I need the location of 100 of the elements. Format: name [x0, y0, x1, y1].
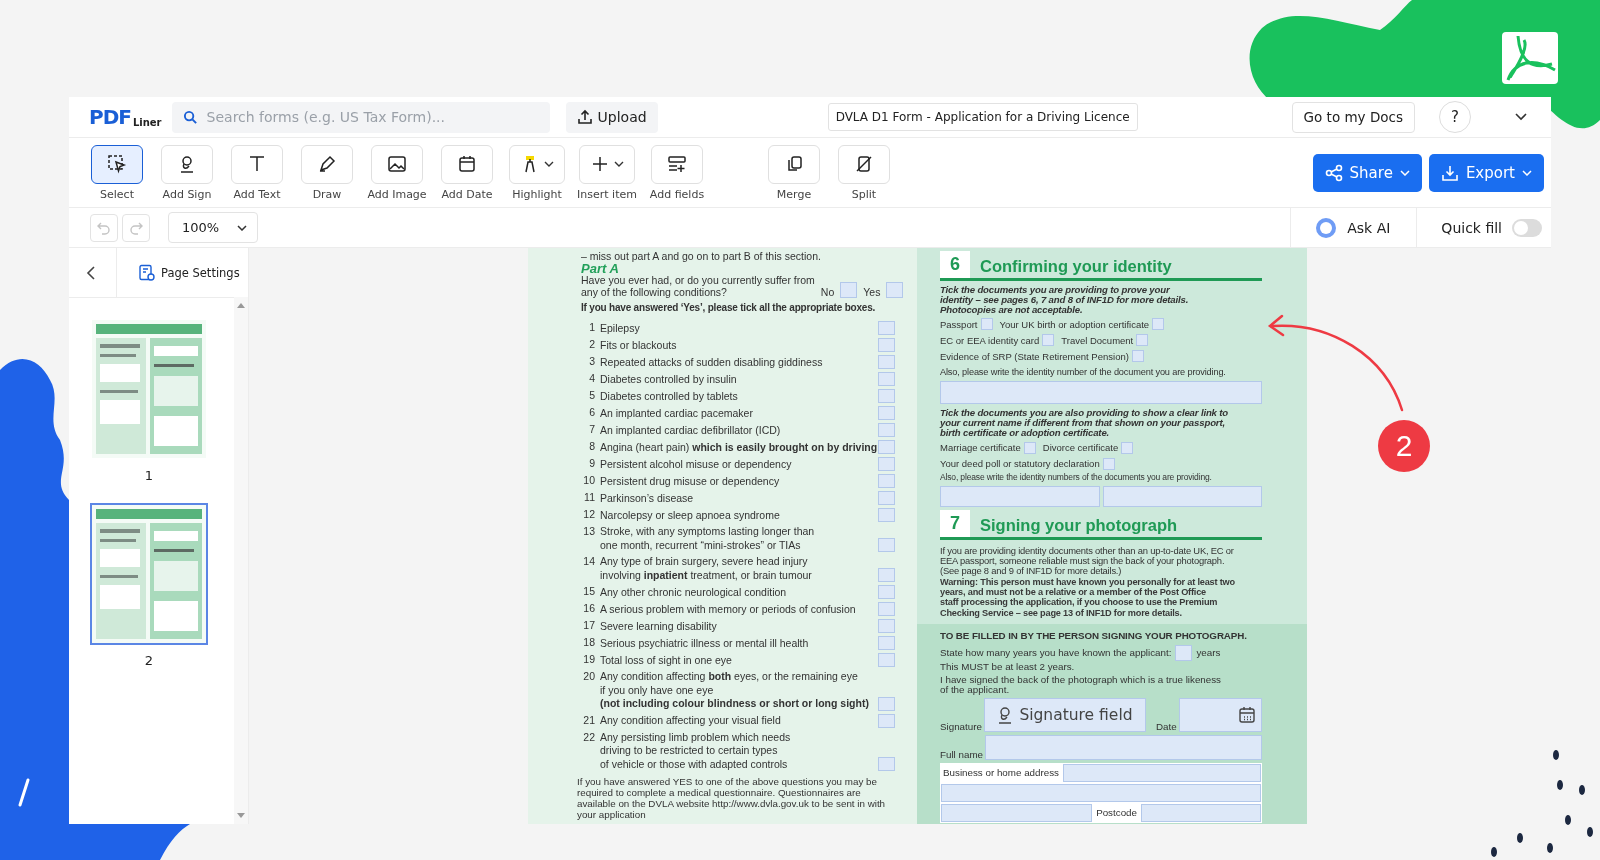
- form-instruction: Tick the documents you are providing to prove your identity – see pages 6, 7 and 8 of INF1D for more details. Photocopies are not acceptable.: [940, 285, 1190, 315]
- condition-number: 8: [588, 440, 595, 454]
- caret-icon: [544, 161, 554, 167]
- checkbox[interactable]: [878, 491, 895, 505]
- condition-number: 5: [588, 389, 595, 403]
- checkbox[interactable]: [878, 602, 895, 616]
- checkbox[interactable]: [878, 713, 895, 728]
- condition-text: Epilepsy: [600, 321, 641, 335]
- condition-number: 3: [588, 355, 595, 369]
- section-title: Signing your photograph: [980, 514, 1178, 536]
- checkbox[interactable]: [1131, 350, 1144, 363]
- checkbox[interactable]: [878, 389, 895, 403]
- form-paragraph: If you are providing identity documents other than an up-to-date UK, EC or EEA passport, someone reliable must sign the back of your photograph. (See page 8 and 9 of INF1D for more details.): [940, 545, 1235, 577]
- tool-label: Merge: [776, 187, 812, 201]
- checkbox[interactable]: [1121, 441, 1134, 454]
- checkbox[interactable]: [878, 538, 895, 552]
- form-instruction: Tick the documents you are also providing to show a clear link to your current name if different from that shown on your passport, birth certificate or adoption certificate.: [940, 408, 1230, 438]
- checkbox[interactable]: [878, 568, 895, 582]
- form-text: Also, please write the identity number of the document you are providing.: [940, 367, 1227, 378]
- checkbox[interactable]: [1102, 457, 1115, 470]
- redo-icon: [129, 220, 143, 235]
- upload-button[interactable]: Upload: [565, 101, 658, 133]
- chevron-left-icon[interactable]: [86, 265, 96, 280]
- document-option: Marriage certificate: [940, 442, 1021, 454]
- checkbox[interactable]: [878, 406, 895, 420]
- zoom-select[interactable]: 100%: [168, 212, 258, 243]
- condition-text: Persistent drug misuse or dependency: [600, 474, 781, 488]
- condition-number: 16: [582, 602, 595, 616]
- checkbox[interactable]: [878, 585, 895, 599]
- tool-label: Highlight: [512, 187, 562, 201]
- input-field[interactable]: [1063, 763, 1261, 782]
- condition-text: Any condition affecting your visual field: [600, 714, 782, 728]
- slash-mark: [18, 778, 30, 807]
- checkbox[interactable]: [980, 318, 993, 331]
- scroll-up-icon[interactable]: [237, 302, 245, 308]
- checkbox[interactable]: [1042, 334, 1055, 347]
- years-field[interactable]: [1175, 644, 1193, 661]
- checkbox[interactable]: [878, 321, 895, 335]
- condition-text: Any type of brain surgery, severe head injury involving inpatient treatment, or brain tumour: [600, 555, 813, 582]
- checkbox[interactable]: [840, 282, 858, 298]
- input-field[interactable]: [941, 783, 1261, 802]
- checkbox[interactable]: [878, 474, 895, 488]
- checkbox[interactable]: [878, 619, 895, 633]
- checkbox[interactable]: [1136, 334, 1149, 347]
- checkbox[interactable]: [878, 372, 895, 386]
- go-to-docs-button[interactable]: Go to my Docs: [1291, 101, 1415, 133]
- checkbox[interactable]: [878, 636, 895, 650]
- checkbox[interactable]: [886, 282, 904, 298]
- signature-field[interactable]: Signature field: [983, 697, 1146, 732]
- input-field[interactable]: [940, 381, 1262, 405]
- document-option: Evidence of SRP (State Retirement Pension): [940, 350, 1129, 362]
- checkbox[interactable]: [878, 653, 895, 667]
- checkbox[interactable]: [878, 440, 895, 454]
- form-question: Have you ever had, or do you currently suffer from any of the following conditions?: [581, 275, 815, 298]
- input-field[interactable]: [941, 803, 1093, 822]
- page-thumbnail[interactable]: [90, 503, 208, 645]
- logo[interactable]: PDF Liner: [89, 105, 162, 129]
- input-field[interactable]: [985, 734, 1262, 760]
- signature-icon: [997, 705, 1014, 724]
- document-title: DVLA D1 Form - Application for a Driving Licence: [827, 103, 1138, 131]
- scroll-down-icon[interactable]: [237, 813, 245, 819]
- checkbox[interactable]: [878, 338, 895, 352]
- checkbox[interactable]: [878, 508, 895, 522]
- ask-ai-button[interactable]: Ask AI: [1291, 216, 1417, 239]
- condition-text: Diabetes controlled by insulin: [600, 372, 738, 386]
- quick-fill-toggle[interactable]: [1512, 218, 1542, 237]
- condition-text: Fits or blackouts: [600, 338, 678, 352]
- document-option: Travel Document: [1061, 334, 1134, 346]
- checkbox[interactable]: [1152, 318, 1165, 331]
- page-thumbnail[interactable]: [90, 318, 208, 460]
- tool-button[interactable]: [91, 144, 143, 184]
- date-field[interactable]: [1178, 697, 1262, 732]
- export-button[interactable]: Export: [1428, 153, 1544, 192]
- form-text: Also, please write the identity numbers of the documents you are providing.: [940, 471, 1213, 482]
- tool-label: Select: [100, 187, 134, 201]
- page-settings-icon: [138, 263, 156, 282]
- input-field[interactable]: [1102, 485, 1262, 507]
- input-field[interactable]: [940, 485, 1100, 507]
- condition-text: Serious psychiatric illness or mental ill health: [600, 636, 810, 650]
- condition-number: 11: [583, 491, 595, 505]
- caret-icon: [1522, 169, 1532, 176]
- checkbox[interactable]: [878, 355, 895, 369]
- checkbox[interactable]: [878, 423, 895, 437]
- chevron-down-icon[interactable]: [1515, 113, 1527, 121]
- share-button[interactable]: Share: [1312, 153, 1422, 192]
- search-field[interactable]: Search forms (e.g. US Tax Form)...: [171, 101, 550, 133]
- caret-icon: [614, 161, 624, 167]
- page-settings-button[interactable]: Page Settings: [116, 248, 240, 297]
- condition-number: 22: [582, 730, 595, 744]
- section-number: 7: [940, 509, 970, 537]
- checkbox[interactable]: [1023, 441, 1036, 454]
- scrollbar[interactable]: [234, 297, 248, 824]
- condition-number: 15: [582, 585, 595, 599]
- checkbox[interactable]: [878, 757, 895, 771]
- tool-label: Draw: [312, 187, 342, 201]
- document-option: Passport: [940, 318, 978, 330]
- checkbox[interactable]: [878, 696, 895, 711]
- checkbox[interactable]: [878, 457, 895, 471]
- tool-label: Split: [851, 187, 877, 201]
- input-field[interactable]: [1141, 803, 1261, 822]
